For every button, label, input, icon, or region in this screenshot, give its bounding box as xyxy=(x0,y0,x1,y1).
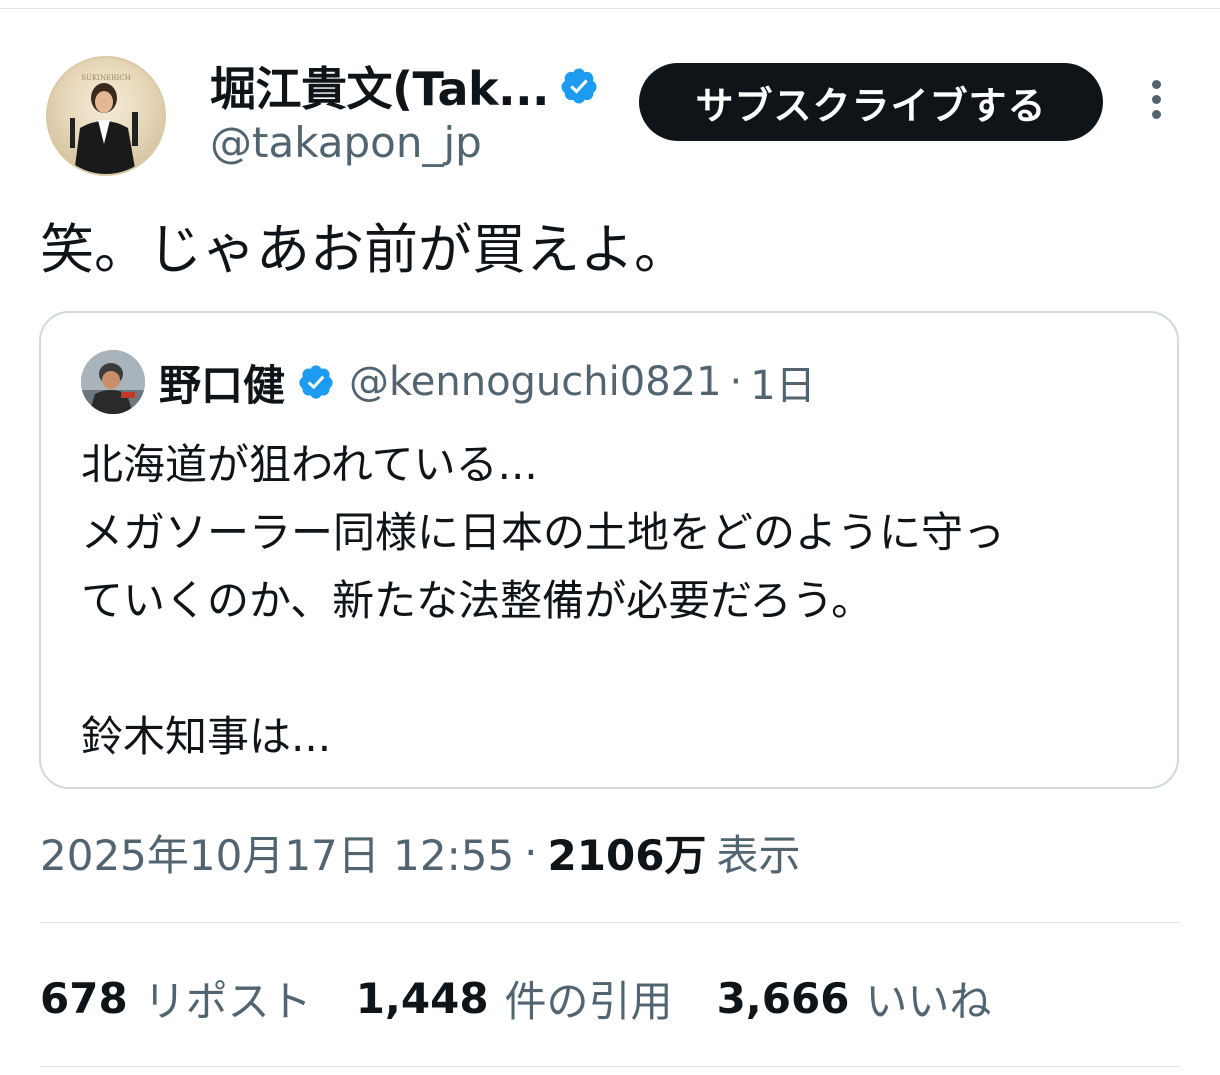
quoted-text-line xyxy=(81,635,1151,703)
quoted-tweet-time[interactable]: 1日 xyxy=(750,353,815,411)
quoted-author-name[interactable]: 野口健 xyxy=(159,352,285,413)
dot-separator: · xyxy=(524,827,538,877)
likes-stat[interactable]: 3,666 いいね xyxy=(717,968,992,1029)
quoted-text-line: 北海道が狙われている... xyxy=(81,440,538,489)
subscribe-button[interactable]: サブスクライブする xyxy=(639,63,1103,141)
views-label: 表示 xyxy=(716,830,801,880)
verified-badge-icon xyxy=(297,363,335,401)
quoted-tweet-text: 北海道が狙われている... メガソーラー同様に日本の土地をどのように守っ ていく… xyxy=(81,431,1151,771)
quoted-text-line: ていくのか、新たな法整備が必要だろう。 xyxy=(81,576,874,625)
reposts-stat[interactable]: 678 リポスト xyxy=(40,968,312,1029)
likes-count: 3,666 xyxy=(716,973,850,1023)
quotes-stat[interactable]: 1,448 件の引用 xyxy=(356,968,673,1029)
reposts-label: リポスト xyxy=(143,976,312,1026)
dot-separator: · xyxy=(729,359,743,405)
divider xyxy=(40,1066,1180,1067)
engagement-stats: 678 リポスト 1,448 件の引用 3,666 いいね xyxy=(40,968,1035,1028)
quotes-count: 1,448 xyxy=(355,973,489,1023)
author-handle[interactable]: @takapon_jp xyxy=(210,118,482,167)
quoted-author-handle[interactable]: @kennoguchi0821 xyxy=(349,359,722,405)
author-name-row: 堀江貴文(Tak... xyxy=(210,58,599,116)
divider xyxy=(40,922,1180,923)
quoted-tweet-header: 野口健 @kennoguchi0821 · 1日 xyxy=(159,353,816,411)
reposts-count: 678 xyxy=(40,973,128,1023)
quoted-text-line: メガソーラー同様に日本の土地をどのように守っ xyxy=(81,508,1006,557)
author-display-name[interactable]: 堀江貴文(Tak... xyxy=(210,53,550,119)
quoted-text-line: 鈴木知事は... xyxy=(81,712,332,761)
avatar-banner-text: SUKINERICH xyxy=(81,74,130,82)
tweet-meta: 2025年10月17日 12:55 · 2106万 表示 xyxy=(40,822,800,882)
more-vertical-icon[interactable] xyxy=(1144,80,1168,126)
likes-label: いいね xyxy=(865,976,992,1026)
views-count: 2106万 xyxy=(547,830,707,880)
tweet-text: 笑。じゃあお前が買えよ。 xyxy=(40,218,688,281)
author-avatar[interactable]: SUKINERICH xyxy=(46,56,166,176)
quoted-tweet-card[interactable]: 野口健 @kennoguchi0821 · 1日 北海道が狙われている... メ… xyxy=(39,311,1179,789)
tweet-header: SUKINERICH 堀江貴文(Tak... @takapon_jp サブスクラ… xyxy=(0,0,1220,180)
tweet-datetime[interactable]: 2025年10月17日 12:55 xyxy=(40,822,514,883)
quoted-author-avatar[interactable] xyxy=(81,350,145,414)
verified-badge-icon xyxy=(559,66,599,106)
quotes-label: 件の引用 xyxy=(504,976,673,1026)
